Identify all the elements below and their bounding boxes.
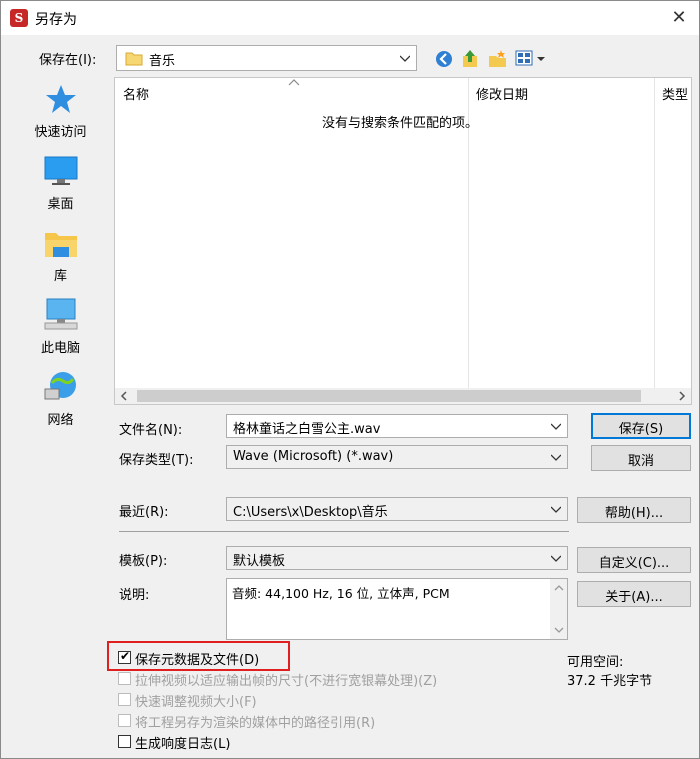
chevron-down-icon	[551, 555, 561, 562]
save-in-combo[interactable]: 音乐	[116, 45, 417, 71]
filetype-label: 保存类型(T):	[119, 453, 194, 468]
customize-button[interactable]: 自定义(C)...	[577, 547, 691, 573]
column-header-name[interactable]: 名称	[123, 84, 149, 103]
filename-value: 格林童话之白雪公主.wav	[233, 422, 381, 437]
column-divider	[654, 78, 655, 388]
column-header-date[interactable]: 修改日期	[476, 84, 528, 103]
checkmark-icon: ✔	[120, 649, 131, 663]
divider	[119, 531, 569, 532]
place-label: 网络	[47, 413, 74, 428]
template-select[interactable]: 默认模板	[226, 546, 568, 570]
file-list[interactable]: 名称 修改日期 类型 没有与搜索条件匹配的项。	[114, 77, 692, 405]
template-value: 默认模板	[233, 554, 286, 569]
checkbox-fast-resize[interactable]	[118, 693, 131, 706]
place-library[interactable]: 库	[9, 223, 112, 285]
place-this-pc[interactable]: 此电脑	[9, 295, 112, 357]
help-button-label: 帮助(H)...	[604, 506, 664, 521]
library-folder-icon	[45, 233, 77, 257]
horizontal-scrollbar[interactable]	[115, 388, 691, 404]
checkbox-label: 将工程另存为渲染的媒体中的路径引用(R)	[135, 716, 376, 731]
place-label: 桌面	[47, 197, 74, 212]
place-label: 快速访问	[34, 125, 87, 140]
recent-label: 最近(R):	[119, 505, 169, 520]
place-label: 此电脑	[40, 341, 80, 356]
close-icon[interactable]: ✕	[667, 7, 691, 29]
chevron-down-icon	[400, 55, 410, 62]
app-icon: S	[10, 9, 28, 27]
checkbox-label: 生成响度日志(L)	[135, 737, 231, 752]
template-label: 模板(P):	[119, 554, 168, 569]
chevron-down-icon	[551, 506, 561, 513]
title-bar: S 另存为 ✕	[1, 1, 699, 35]
save-button[interactable]: 保存(S)	[591, 413, 691, 439]
scroll-up-icon[interactable]	[554, 584, 564, 592]
filetype-value: Wave (Microsoft) (*.wav)	[233, 449, 394, 464]
empty-message: 没有与搜索条件匹配的项。	[322, 116, 479, 131]
back-icon[interactable]	[434, 49, 454, 69]
checkbox-stretch-video[interactable]	[118, 672, 131, 685]
vertical-scrollbar[interactable]	[550, 579, 567, 639]
checkbox-label: 保存元数据及文件(D)	[135, 653, 260, 668]
about-button[interactable]: 关于(A)...	[577, 581, 691, 607]
column-header-type[interactable]: 类型	[662, 84, 688, 103]
description-box: 音频: 44,100 Hz, 16 位, 立体声, PCM	[226, 578, 568, 640]
help-button[interactable]: 帮助(H)...	[577, 497, 691, 523]
star-icon	[46, 85, 76, 113]
scroll-down-icon[interactable]	[554, 626, 564, 634]
computer-icon	[44, 298, 78, 330]
network-icon	[44, 372, 76, 400]
save-button-label: 保存(S)	[618, 422, 664, 437]
places-bar: 快速访问 桌面 库 此电脑 网络	[9, 71, 112, 446]
place-quick-access[interactable]: 快速访问	[9, 79, 112, 141]
checkbox-loudness-log[interactable]	[118, 735, 131, 748]
description-value: 音频: 44,100 Hz, 16 位, 立体声, PCM	[232, 586, 450, 601]
sort-arrow-icon	[288, 79, 300, 86]
filetype-select[interactable]: Wave (Microsoft) (*.wav)	[226, 445, 568, 469]
chevron-down-icon	[551, 454, 561, 461]
place-network[interactable]: 网络	[9, 367, 112, 429]
free-space-label: 可用空间:	[567, 655, 624, 670]
window-title: 另存为	[35, 12, 77, 28]
chevron-down-icon[interactable]	[551, 422, 561, 432]
place-desktop[interactable]: 桌面	[9, 151, 112, 213]
cancel-button-label: 取消	[627, 454, 654, 469]
save-as-dialog: S 另存为 ✕ 保存在(I): 音乐 快速访问 桌面 库 此电脑 网络 名称 修…	[0, 0, 700, 759]
save-in-value: 音乐	[149, 54, 176, 69]
scrollbar-thumb[interactable]	[137, 390, 641, 402]
filename-input[interactable]: 格林童话之白雪公主.wav	[226, 414, 568, 438]
scroll-right-icon[interactable]	[678, 391, 686, 401]
free-space-value: 37.2 千兆字节	[567, 674, 653, 689]
view-menu-icon[interactable]	[515, 49, 547, 69]
checkbox-label: 拉伸视频以适应输出帧的尺寸(不进行宽银幕处理)(Z)	[135, 674, 438, 689]
checkbox-label: 快速调整视频大小(F)	[135, 695, 257, 710]
save-in-label: 保存在(I):	[39, 53, 97, 68]
description-label: 说明:	[119, 588, 150, 603]
recent-select[interactable]: C:\Users\x\Desktop\音乐	[226, 497, 568, 521]
desktop-icon	[44, 156, 78, 185]
filename-label: 文件名(N):	[119, 423, 183, 438]
up-folder-icon[interactable]	[460, 48, 480, 70]
folder-icon	[125, 52, 143, 66]
recent-value: C:\Users\x\Desktop\音乐	[233, 505, 388, 520]
cancel-button[interactable]: 取消	[591, 445, 691, 471]
new-folder-icon[interactable]	[487, 48, 509, 70]
about-button-label: 关于(A)...	[605, 590, 663, 605]
place-label: 库	[53, 269, 67, 284]
customize-button-label: 自定义(C)...	[598, 556, 670, 571]
scroll-left-icon[interactable]	[120, 391, 128, 401]
checkbox-save-metadata[interactable]: ✔	[118, 649, 131, 664]
checkbox-path-reference[interactable]	[118, 714, 131, 727]
